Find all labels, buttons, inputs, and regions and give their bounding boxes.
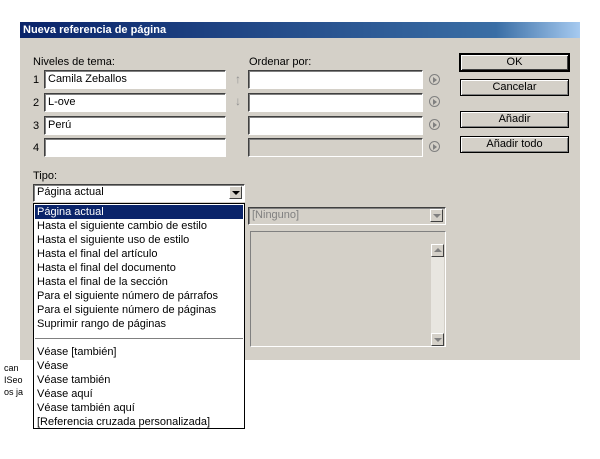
level-3-input[interactable]: Perú bbox=[44, 116, 226, 135]
type-option-see-also[interactable]: Véase también bbox=[35, 373, 243, 387]
sort-1-arrow-icon[interactable] bbox=[429, 74, 440, 85]
type-label: Tipo: bbox=[33, 170, 58, 182]
sort-1-input[interactable] bbox=[248, 70, 423, 89]
style-select[interactable]: [Ninguno] bbox=[248, 207, 446, 225]
background-text-2: ISeo bbox=[4, 375, 23, 385]
level-2-input[interactable]: L-ove bbox=[44, 93, 226, 112]
type-option-next-style-change[interactable]: Hasta el siguiente cambio de estilo bbox=[35, 219, 243, 233]
type-dropdown-chevron-icon[interactable] bbox=[229, 186, 242, 199]
type-option-custom-cross-reference[interactable]: [Referencia cruzada personalizada] bbox=[35, 415, 243, 429]
type-dropdown-list: Página actual Hasta el siguiente cambio … bbox=[33, 203, 245, 429]
list-separator bbox=[35, 338, 243, 339]
level-number-4: 4 bbox=[33, 142, 40, 154]
level-4-input[interactable] bbox=[44, 138, 226, 157]
type-option-end-of-section[interactable]: Hasta el final de la sección bbox=[35, 275, 243, 289]
type-option-see-here[interactable]: Véase aquí bbox=[35, 387, 243, 401]
type-option-next-pages[interactable]: Para el siguiente número de páginas bbox=[35, 303, 243, 317]
entry-preview-area bbox=[250, 231, 446, 347]
type-option-next-paragraphs[interactable]: Para el siguiente número de párrafos bbox=[35, 289, 243, 303]
levels-label: Niveles de tema: bbox=[33, 56, 115, 68]
level-number-1: 1 bbox=[33, 74, 40, 86]
sort-3-input[interactable] bbox=[248, 116, 423, 135]
scroll-up-icon[interactable] bbox=[431, 244, 444, 257]
sort-2-arrow-icon[interactable] bbox=[429, 96, 440, 107]
type-option-suppress-range[interactable]: Suprimir rango de páginas bbox=[35, 317, 243, 331]
type-option-see-also-here[interactable]: Véase también aquí bbox=[35, 401, 243, 415]
type-select[interactable]: Página actual bbox=[33, 184, 245, 202]
preview-scrollbar[interactable] bbox=[431, 244, 444, 346]
type-option-end-of-document[interactable]: Hasta el final del documento bbox=[35, 261, 243, 275]
ok-button[interactable]: OK bbox=[460, 54, 569, 71]
background-text-3: os ja bbox=[4, 387, 24, 397]
move-down-arrow-icon[interactable]: ↓ bbox=[233, 95, 243, 107]
type-option-current-page[interactable]: Página actual bbox=[35, 205, 243, 219]
type-option-next-style-use[interactable]: Hasta el siguiente uso de estilo bbox=[35, 233, 243, 247]
type-option-end-of-story[interactable]: Hasta el final del artículo bbox=[35, 247, 243, 261]
level-number-3: 3 bbox=[33, 120, 40, 132]
add-button[interactable]: Añadir bbox=[460, 111, 569, 128]
sort-4-input[interactable] bbox=[248, 138, 423, 157]
window-title: Nueva referencia de página bbox=[23, 24, 167, 36]
move-up-arrow-icon[interactable]: ↑ bbox=[233, 73, 243, 85]
sort-3-arrow-icon[interactable] bbox=[429, 119, 440, 130]
scroll-down-icon[interactable] bbox=[431, 333, 444, 346]
style-dropdown-chevron-icon[interactable] bbox=[430, 209, 443, 222]
type-option-see[interactable]: Véase bbox=[35, 359, 243, 373]
level-number-2: 2 bbox=[33, 97, 40, 109]
sort-4-arrow-icon[interactable] bbox=[429, 141, 440, 152]
sort-2-input[interactable] bbox=[248, 93, 423, 112]
level-1-input[interactable]: Camila Zeballos bbox=[44, 70, 226, 89]
add-all-button[interactable]: Añadir todo bbox=[460, 136, 569, 153]
cancel-button[interactable]: Cancelar bbox=[460, 79, 569, 96]
type-option-see-also-bracket[interactable]: Véase [también] bbox=[35, 345, 243, 359]
background-text-1: can bbox=[4, 363, 19, 373]
sort-label: Ordenar por: bbox=[249, 56, 312, 68]
